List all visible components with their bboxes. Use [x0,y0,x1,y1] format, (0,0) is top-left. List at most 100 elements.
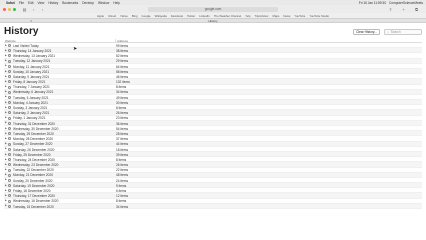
page-title: History [4,26,39,37]
history-row-count: 8 items [116,157,127,162]
favorite-item[interactable]: Maps [273,14,280,18]
menu-help[interactable]: Help [113,1,120,5]
disclosure-triangle-icon[interactable]: ▶ [5,44,7,47]
disclosure-triangle-icon[interactable]: ▶ [5,158,7,161]
history-row-label: Tuesday, 5 January 2021 [13,95,49,100]
favorite-item[interactable]: The Weather Channel [214,14,241,18]
disclosure-triangle-icon[interactable]: ▶ [5,132,7,135]
disclosure-triangle-icon[interactable]: ▶ [5,75,7,78]
disclosure-triangle-icon[interactable]: ▶ [5,64,7,67]
browser-toolbar: ▤ ‹ › google.com ⇪ + ⧉ [0,5,426,13]
menu-window[interactable]: Window [98,1,109,5]
disclosure-triangle-icon[interactable]: ▶ [5,168,7,171]
status-clock[interactable]: Fri 16 Jan 11:59:30 [359,1,386,5]
favorite-item[interactable]: Facebook [171,14,183,18]
disclosure-triangle-icon[interactable]: ▶ [5,85,7,88]
disclosure-triangle-icon[interactable]: ▶ [5,70,7,73]
history-row-count: 29 items [116,59,129,64]
history-row-count: 44 items [116,142,129,147]
menu-develop[interactable]: Develop [82,1,94,5]
favorite-item[interactable]: Apple [97,14,104,18]
disclosure-triangle-icon[interactable]: ▶ [5,142,7,145]
favorite-item[interactable]: Twitter [187,14,195,18]
disclosure-triangle-icon[interactable]: ▶ [5,111,7,114]
sidebar-icon[interactable]: ▤ [22,7,27,12]
disclosure-triangle-icon[interactable]: ▶ [5,106,7,109]
disclosure-triangle-icon[interactable]: ▶ [5,199,7,202]
disclosure-triangle-icon[interactable]: ▶ [5,127,7,130]
history-row-count: 23 items [116,116,129,121]
tab-history[interactable]: History [208,19,217,23]
favorite-item[interactable]: Bing [132,14,138,18]
favorite-item[interactable]: YouTube [294,14,305,18]
disclosure-triangle-icon[interactable]: ▶ [5,101,7,104]
disclosure-triangle-icon[interactable]: ▶ [5,137,7,140]
favorite-item[interactable]: News [283,14,290,18]
history-row-count: 54 items [116,126,129,131]
disclosure-triangle-icon[interactable]: ▶ [5,59,7,62]
disclosure-triangle-icon[interactable]: ▶ [5,147,7,150]
menu-history[interactable]: History [48,1,58,5]
back-icon[interactable]: ‹ [31,7,36,12]
history-row[interactable]: ▶ Tuesday, 15 December 2020 34 items [4,203,422,209]
search-field[interactable]: ⌕ Search [384,29,422,35]
menu-safari[interactable]: Safari [6,1,15,5]
history-row-label: Tuesday, 15 December 2020 [13,204,54,209]
favorite-item[interactable]: iCloud [108,14,116,18]
history-row-count: 46 items [116,74,129,79]
disclosure-triangle-icon[interactable]: ▶ [5,178,7,181]
menu-bookmarks[interactable]: Bookmarks [62,1,78,5]
favorite-item[interactable]: Google [142,14,151,18]
clock-icon [8,132,11,136]
history-row-label: Sunday, 27 December 2020 [13,142,53,147]
tabs-overview-icon[interactable]: ⧉ [414,7,419,12]
address-text: google.com [204,7,222,11]
close-window-button[interactable] [3,7,6,11]
disclosure-triangle-icon[interactable]: ▶ [5,54,7,57]
mouse-cursor-icon: ➤ [73,46,78,52]
favorite-item[interactable]: Wikipedia [155,14,167,18]
zoom-window-button[interactable] [13,7,16,11]
disclosure-triangle-icon[interactable]: ▶ [5,204,7,207]
disclosure-triangle-icon[interactable]: ▶ [5,116,7,119]
clock-icon [8,49,11,53]
history-row-label: Saturday, 9 January 2021 [13,74,50,79]
favorite-item[interactable]: YouTube Studio [309,14,329,18]
disclosure-triangle-icon[interactable]: ▶ [5,163,7,166]
new-tab-icon[interactable]: + [401,7,406,12]
disclosure-triangle-icon[interactable]: ▶ [5,80,7,83]
history-row-label: Monday, 28 December 2020 [13,137,53,142]
clock-icon [8,90,11,94]
menu-view[interactable]: View [38,1,45,5]
menu-edit[interactable]: Edit [28,1,34,5]
disclosure-triangle-icon[interactable]: ▶ [5,173,7,176]
history-row-label: Monday, 11 January 2021 [13,64,50,69]
clock-icon [8,147,11,151]
disclosure-triangle-icon[interactable]: ▶ [5,90,7,93]
disclosure-triangle-icon[interactable]: ▶ [5,184,7,187]
history-row-label: Tuesday, 29 December 2020 [13,131,54,136]
disclosure-triangle-icon[interactable]: ▶ [5,121,7,124]
favorite-item[interactable]: Yelp [245,14,250,18]
disclosure-triangle-icon[interactable]: ▶ [5,194,7,197]
favorite-item[interactable]: LinkedIn [199,14,210,18]
history-row-count: 37 items [116,137,129,142]
disclosure-triangle-icon[interactable]: ▶ [5,95,7,98]
history-row-label: Sunday, 10 January 2021 [13,69,50,74]
clock-icon [8,204,11,208]
address-bar[interactable]: google.com [148,6,278,12]
share-icon[interactable]: ⇪ [388,7,393,12]
favorite-item[interactable]: TripAdvisor [254,14,268,18]
disclosure-triangle-icon[interactable]: ▶ [5,49,7,52]
minimize-window-button[interactable] [8,7,11,11]
favorite-item[interactable]: Yahoo [120,14,128,18]
history-row-label: Monday, 4 January 2021 [13,100,48,105]
disclosure-triangle-icon[interactable]: ▶ [5,189,7,192]
menu-file[interactable]: File [19,1,24,5]
disclosure-triangle-icon[interactable]: ▶ [5,153,7,156]
history-row-count: 8 items [116,106,127,111]
forward-icon[interactable]: › [40,7,45,12]
status-user[interactable]: ComputerScienceMeets [389,1,423,5]
close-tab-icon[interactable]: ✕ [30,19,33,23]
clear-history-button[interactable]: Clear History... [353,29,380,35]
